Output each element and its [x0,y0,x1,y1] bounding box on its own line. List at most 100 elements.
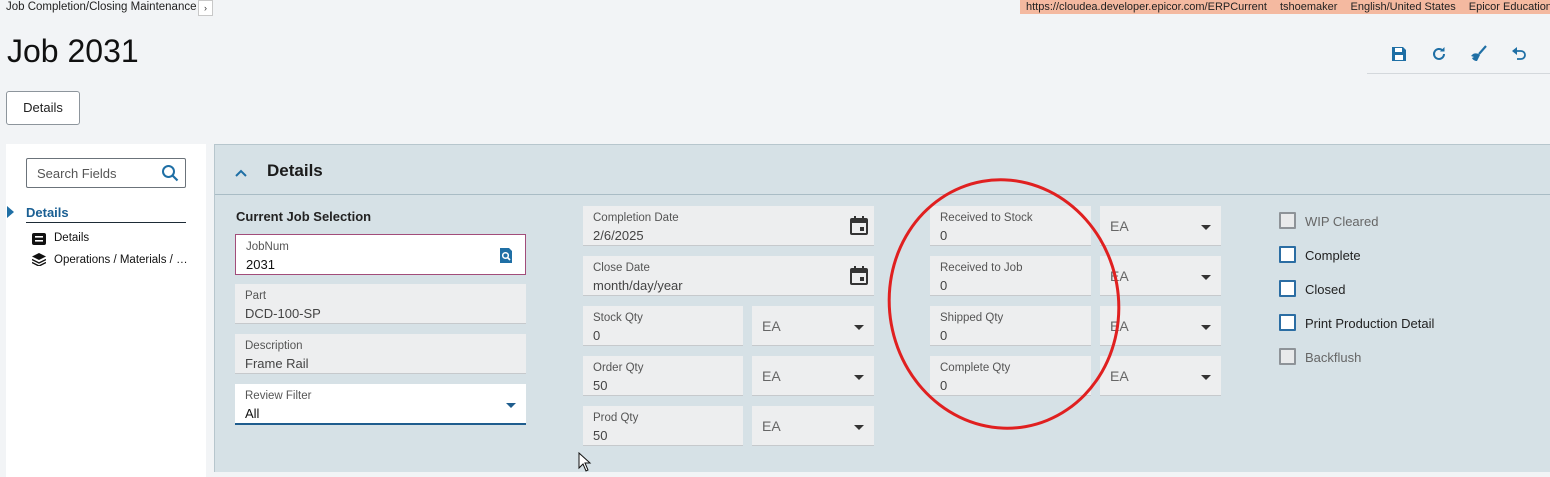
complete-qty-label: Complete Qty [940,362,1011,374]
close-date-label: Close Date [593,262,650,274]
stock-qty-uom-select[interactable]: EA [752,306,874,346]
order-qty-uom-value: EA [762,368,781,384]
received-to-job-field: Received to Job 0 [930,256,1091,296]
complete-qty-field: Complete Qty 0 [930,356,1091,396]
received-to-job-uom-value: EA [1110,268,1129,284]
env-user: tshoemaker [1279,1,1338,13]
part-field: Part DCD-100-SP [235,284,526,324]
review-filter-value: All [245,406,260,421]
search-fields-input[interactable]: Search Fields [26,158,186,188]
order-qty-field: Order Qty 50 [583,356,743,396]
stock-qty-field: Stock Qty 0 [583,306,743,346]
closed-checkbox[interactable] [1279,280,1296,297]
stock-qty-value: 0 [593,328,601,343]
action-toolbar [1367,38,1550,74]
calendar-icon[interactable] [850,266,868,290]
nav-item-operations-materials[interactable]: Operations / Materials / … [54,254,188,266]
chevron-down-icon[interactable] [854,325,864,330]
received-to-stock-label: Received to Stock [940,212,1033,224]
section-label: Current Job Selection [236,209,372,224]
nav-expanded-caret-icon [7,206,14,218]
search-placeholder: Search Fields [37,166,117,181]
chevron-down-icon[interactable] [1201,325,1211,330]
details-tab-button[interactable]: Details [6,91,80,125]
shipped-qty-uom-select[interactable]: EA [1100,306,1221,346]
chevron-down-icon[interactable] [1201,275,1211,280]
description-value: Frame Rail [245,356,309,371]
nav-section-details[interactable]: Details [26,205,69,220]
layers-icon [31,253,47,271]
shipped-qty-field: Shipped Qty 0 [930,306,1091,346]
jobnum-label: JobNum [246,241,289,253]
env-locale: English/United States [1350,1,1456,13]
order-qty-label: Order Qty [593,362,644,374]
part-value: DCD-100-SP [245,306,321,321]
review-filter-label: Review Filter [245,390,312,402]
close-date-field[interactable]: Close Date month/day/year [583,256,874,296]
received-to-job-uom-select[interactable]: EA [1100,256,1221,296]
received-to-stock-uom-value: EA [1110,218,1129,234]
print-production-detail-label: Print Production Detail [1305,316,1435,331]
calendar-icon[interactable] [850,216,868,240]
chevron-up-icon[interactable] [235,164,247,182]
prod-qty-label: Prod Qty [593,412,639,424]
list-icon [32,232,46,250]
shipped-qty-label: Shipped Qty [940,312,1004,324]
prod-qty-uom-select[interactable]: EA [752,406,874,446]
breadcrumb[interactable]: Job Completion/Closing Maintenance [6,1,197,13]
save-icon[interactable] [1388,43,1410,65]
refresh-icon[interactable] [1428,43,1450,65]
received-to-job-label: Received to Job [940,262,1023,274]
chevron-down-icon[interactable] [1201,375,1211,380]
env-company: Epicor Education [1468,1,1550,13]
print-production-detail-checkbox[interactable] [1279,314,1296,331]
complete-qty-value: 0 [940,378,948,393]
close-date-value[interactable]: month/day/year [593,278,683,293]
prod-qty-field: Prod Qty 50 [583,406,743,446]
details-panel: Details Current Job Selection JobNum 203… [214,144,1550,472]
order-qty-uom-select[interactable]: EA [752,356,874,396]
complete-checkbox[interactable] [1279,246,1296,263]
left-navigation: Search Fields Details Details Operations… [6,144,206,477]
chevron-down-icon[interactable] [1201,225,1211,230]
search-icon[interactable] [161,164,179,187]
shipped-qty-value: 0 [940,328,948,343]
received-to-stock-field: Received to Stock 0 [930,206,1091,246]
received-to-job-value: 0 [940,278,948,293]
jobnum-field[interactable]: JobNum 2031 [235,234,526,275]
wip-cleared-checkbox[interactable] [1279,212,1296,229]
received-to-stock-uom-select[interactable]: EA [1100,206,1221,246]
jobnum-value[interactable]: 2031 [246,257,275,272]
panel-header[interactable]: Details [215,145,1550,195]
env-url: https://cloudea.developer.epicor.com/ERP… [1026,1,1267,13]
review-filter-select[interactable]: Review Filter All [235,384,526,425]
page-title: Job 2031 [7,33,139,69]
description-label: Description [245,340,303,352]
search-document-icon[interactable] [499,248,513,268]
chevron-down-icon[interactable] [854,425,864,430]
complete-label: Complete [1305,248,1361,263]
chevron-down-icon[interactable] [506,403,516,408]
nav-divider [26,222,186,223]
backflush-label: Backflush [1305,350,1362,365]
nav-item-details[interactable]: Details [54,232,89,244]
panel-title: Details [267,161,323,180]
stock-qty-uom-value: EA [762,318,781,334]
chevron-down-icon[interactable] [854,375,864,380]
backflush-checkbox[interactable] [1279,348,1296,365]
description-field: Description Frame Rail [235,334,526,374]
wip-cleared-label: WIP Cleared [1305,214,1379,229]
complete-qty-uom-value: EA [1110,368,1129,384]
completion-date-field[interactable]: Completion Date 2/6/2025 [583,206,874,246]
breadcrumb-expand-button[interactable]: › [198,0,213,16]
closed-label: Closed [1305,282,1346,297]
completion-date-label: Completion Date [593,212,679,224]
undo-icon[interactable] [1508,43,1530,65]
completion-date-value[interactable]: 2/6/2025 [593,228,644,243]
clear-icon[interactable] [1468,43,1490,65]
prod-qty-value: 50 [593,428,608,443]
received-to-stock-value: 0 [940,228,948,243]
mouse-cursor-icon [578,451,592,477]
top-bar: Job Completion/Closing Maintenance › htt… [0,0,1550,16]
complete-qty-uom-select[interactable]: EA [1100,356,1221,396]
